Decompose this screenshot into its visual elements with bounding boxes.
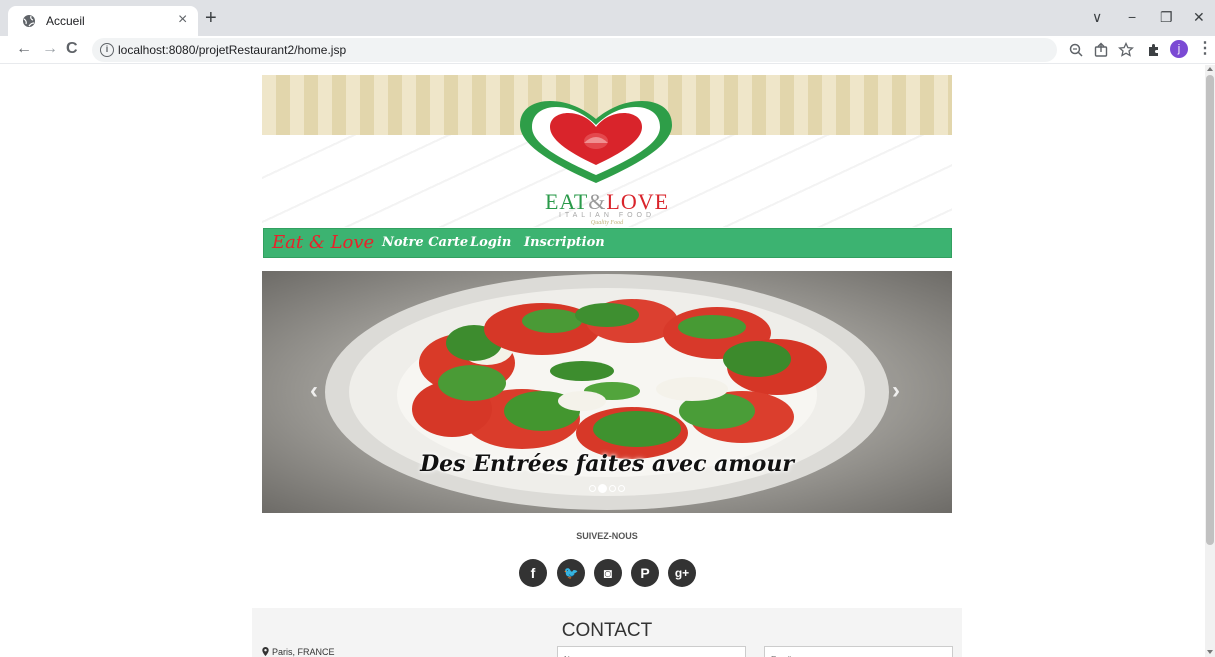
instagram-icon[interactable]: ◙: [594, 559, 622, 587]
address-bar[interactable]: i localhost:8080/projetRestaurant2/home.…: [92, 38, 1057, 62]
brand-tagline: Quality Food: [590, 220, 624, 226]
contact-email-input[interactable]: [764, 646, 953, 657]
bookmark-star-icon[interactable]: [1118, 42, 1134, 58]
facebook-icon[interactable]: f: [519, 559, 547, 587]
tab-title: Accueil: [46, 14, 85, 28]
scroll-up-icon[interactable]: [1207, 67, 1213, 71]
follow-us-heading: SUIVEZ-NOUS: [576, 531, 638, 541]
scrollbar-thumb[interactable]: [1206, 75, 1214, 545]
globe-icon: [23, 15, 35, 27]
browser-tab[interactable]: Accueil ×: [8, 6, 198, 36]
twitter-icon[interactable]: 🐦: [557, 559, 585, 587]
browser-menu-icon[interactable]: ⋮: [1197, 40, 1213, 58]
location-text: Paris, FRANCE: [262, 647, 335, 657]
carousel-indicator[interactable]: [589, 485, 596, 492]
contact-name-input[interactable]: [557, 646, 746, 657]
page-viewport: EAT&LOVE ITALIAN FOOD Quality Food Eat &…: [0, 65, 1205, 657]
page-scrollbar[interactable]: [1205, 65, 1215, 657]
image-carousel: ‹ › Des Entrées faites avec amour: [262, 271, 952, 513]
carousel-caption: Des Entrées faites avec amour: [420, 451, 794, 477]
new-tab-button[interactable]: +: [205, 8, 217, 28]
contact-section: CONTACT Paris, FRANCE: [252, 608, 962, 657]
tab-search-icon[interactable]: ∨: [1092, 8, 1102, 26]
site-info-icon[interactable]: i: [100, 43, 114, 57]
carousel-indicator[interactable]: [609, 485, 616, 492]
carousel-next-icon[interactable]: ›: [892, 379, 900, 403]
header-banner: EAT&LOVE ITALIAN FOOD Quality Food: [262, 75, 952, 227]
reload-icon[interactable]: C: [66, 40, 78, 58]
carousel-indicator[interactable]: [618, 485, 625, 492]
forward-arrow-icon[interactable]: →: [42, 40, 58, 58]
restore-button[interactable]: ❐: [1160, 8, 1173, 26]
navbar-brand-link[interactable]: Eat & Love: [272, 232, 374, 253]
nav-link-inscription[interactable]: Inscription: [524, 235, 605, 250]
map-pin-icon: [262, 647, 269, 656]
pinterest-icon[interactable]: P: [631, 559, 659, 587]
heart-logo-icon: [520, 101, 672, 183]
nav-link-notre-carte[interactable]: Notre Carte: [382, 235, 468, 250]
profile-avatar[interactable]: j: [1170, 40, 1188, 58]
minimize-button[interactable]: −: [1128, 8, 1136, 26]
main-navbar: Eat & Love Notre Carte Login Inscription: [263, 228, 952, 258]
scroll-down-icon[interactable]: [1207, 650, 1213, 654]
nav-link-login[interactable]: Login: [470, 235, 511, 250]
share-icon[interactable]: [1093, 42, 1109, 58]
url-text[interactable]: localhost:8080/projetRestaurant2/home.js…: [118, 43, 346, 57]
tab-close-icon[interactable]: ×: [178, 11, 187, 29]
carousel-indicator-active[interactable]: [598, 484, 607, 493]
close-window-button[interactable]: ✕: [1193, 8, 1205, 26]
brand-subtitle: ITALIAN FOOD: [558, 212, 656, 219]
zoom-icon[interactable]: [1068, 42, 1084, 58]
back-arrow-icon[interactable]: ←: [16, 40, 32, 58]
google-plus-icon[interactable]: g+: [668, 559, 696, 587]
browser-tab-bar: Accueil × + ∨ − ❐ ✕: [0, 0, 1215, 36]
browser-toolbar: ← → C i localhost:8080/projetRestaurant2…: [0, 36, 1215, 64]
carousel-prev-icon[interactable]: ‹: [310, 379, 318, 403]
extensions-icon[interactable]: [1146, 42, 1162, 58]
contact-heading: CONTACT: [561, 620, 653, 641]
